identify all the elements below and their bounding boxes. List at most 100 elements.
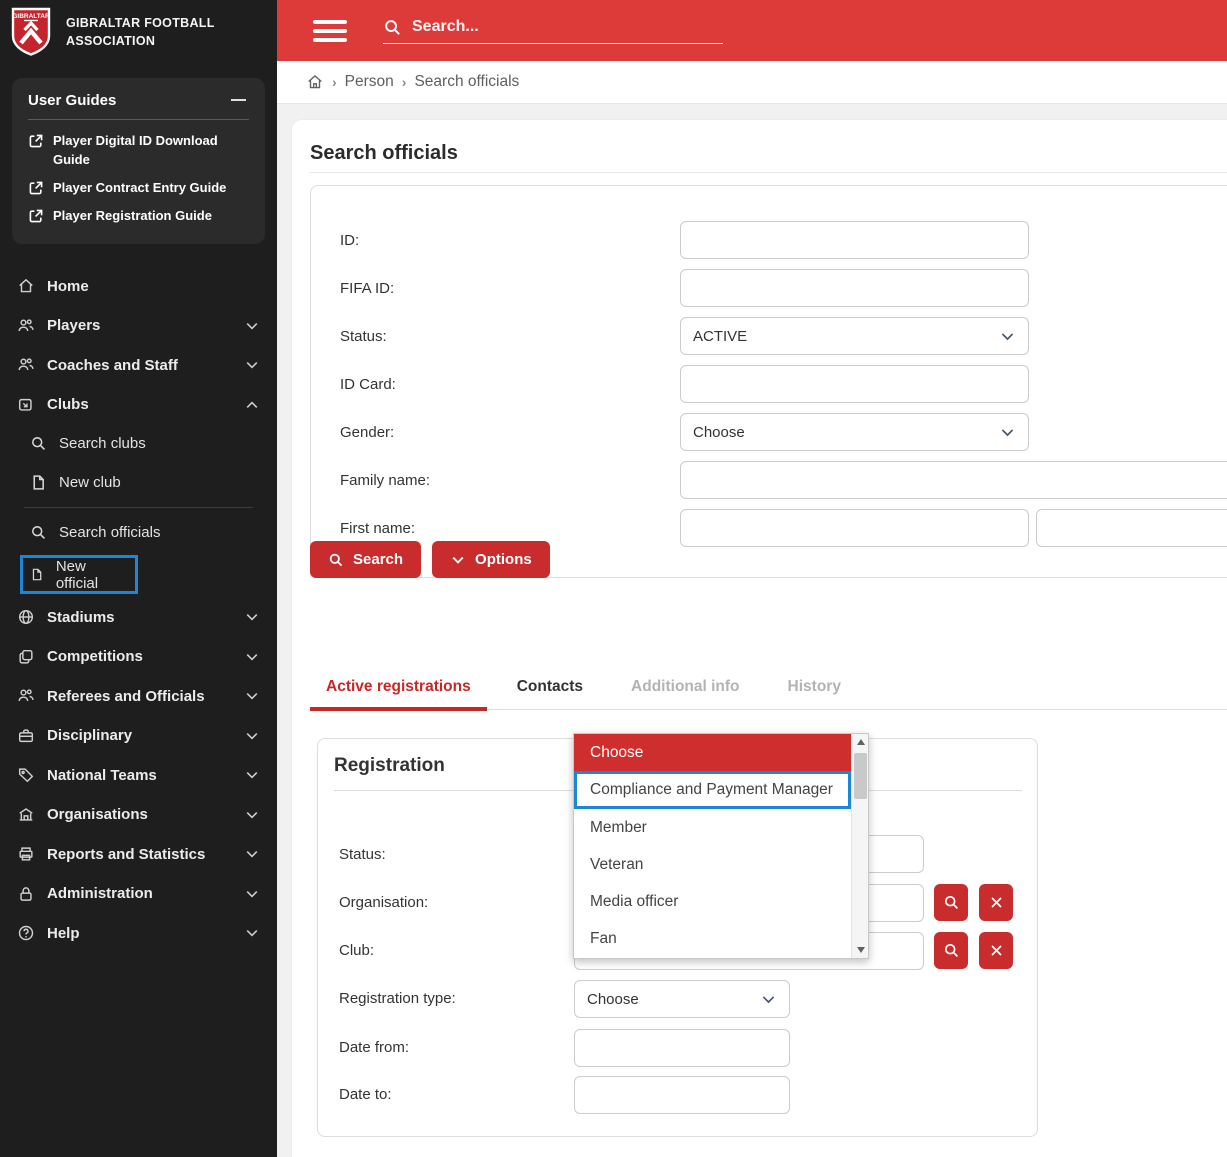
search-button[interactable]: Search xyxy=(310,541,422,578)
gfa-logo-icon: GIBRALTAR xyxy=(11,7,51,56)
option-member[interactable]: Member xyxy=(574,809,851,846)
chevron-down-icon xyxy=(246,811,258,819)
fifa-id-label: FIFA ID: xyxy=(340,279,395,297)
club-search-button[interactable] xyxy=(934,932,968,969)
option-compliance-and-payment-manager[interactable]: Compliance and Payment Manager xyxy=(574,771,852,809)
id-card-label: ID Card: xyxy=(340,375,396,393)
options-button[interactable]: Options xyxy=(432,541,550,578)
fifa-id-input[interactable] xyxy=(681,270,1028,306)
registration-type-label: Registration type: xyxy=(339,990,456,1007)
option-fan[interactable]: Fan xyxy=(574,920,851,957)
file-icon xyxy=(33,475,44,491)
id-input[interactable] xyxy=(681,222,1028,258)
sidebar-item-new-club[interactable]: New club xyxy=(0,463,277,502)
date-to-label: Date to: xyxy=(339,1086,392,1103)
search-icon xyxy=(32,526,45,540)
first-name-field-wrap xyxy=(680,509,1029,547)
registration-type-select[interactable]: Choose xyxy=(574,980,790,1018)
status-label: Status: xyxy=(340,327,387,345)
sidebar-item-search-officials[interactable]: Search officials xyxy=(0,513,277,552)
sidebar-item-home[interactable]: Home xyxy=(0,266,277,306)
date-to-input[interactable] xyxy=(575,1077,789,1113)
sidebar-item-help[interactable]: Help xyxy=(0,913,277,953)
club-clear-button[interactable] xyxy=(979,932,1013,969)
sidebar-item-referees-and-officials[interactable]: Referees and Officials xyxy=(0,676,277,716)
date-from-input[interactable] xyxy=(575,1030,789,1066)
family-name-field-wrap xyxy=(680,461,1227,499)
tab-active-registrations[interactable]: Active registrations xyxy=(310,670,487,711)
sidebar-item-clubs[interactable]: Clubs xyxy=(0,385,277,425)
scroll-up-icon[interactable] xyxy=(852,734,868,750)
user-guides-title: User Guides xyxy=(28,91,117,109)
option-veteran[interactable]: Veteran xyxy=(574,846,851,883)
sidebar-item-national-teams[interactable]: National Teams xyxy=(0,755,277,795)
breadcrumb-separator: › xyxy=(332,74,337,90)
sidebar-item-search-clubs[interactable]: Search clubs xyxy=(0,424,277,463)
search-input[interactable] xyxy=(412,18,692,36)
sidebar-item-players[interactable]: Players xyxy=(0,306,277,346)
coaches-icon xyxy=(18,358,34,371)
option-choose[interactable]: Choose xyxy=(574,734,852,771)
status-select[interactable]: ACTIVE xyxy=(680,317,1029,355)
organisation-clear-button[interactable] xyxy=(979,884,1013,921)
sidebar-item-administration[interactable]: Administration xyxy=(0,874,277,914)
family-name-input[interactable] xyxy=(681,462,1227,498)
chevron-up-icon xyxy=(246,401,258,408)
date-to-field-wrap xyxy=(574,1076,790,1114)
fifa-id-field-wrap xyxy=(680,269,1029,307)
sidebar-item-competitions[interactable]: Competitions xyxy=(0,637,277,677)
organisation-search-button[interactable] xyxy=(934,884,968,921)
id-card-field-wrap xyxy=(680,365,1029,403)
user-guides-card: User Guides Player Digital ID Download G… xyxy=(12,78,265,245)
first-name-input[interactable] xyxy=(681,510,1028,546)
date-from-label: Date from: xyxy=(339,1039,410,1056)
sidebar-item-organisations[interactable]: Organisations xyxy=(0,795,277,835)
sidebar-item-disciplinary[interactable]: Disciplinary xyxy=(0,716,277,756)
breadcrumb: › Person › Search officials xyxy=(277,61,1227,104)
option-media-officer[interactable]: Media officer xyxy=(574,883,851,920)
org-header: GIBRALTAR GIBRALTAR FOOTBALL ASSOCIATION xyxy=(0,0,277,63)
status-dropdown-menu: Choose Compliance and Payment Manager Me… xyxy=(573,733,869,959)
sidebar-item-stadiums[interactable]: Stadiums xyxy=(0,597,277,637)
org-name: GIBRALTAR FOOTBALL ASSOCIATION xyxy=(66,16,215,49)
sidebar-item-coaches-and-staff[interactable]: Coaches and Staff xyxy=(0,345,277,385)
id-label: ID: xyxy=(340,231,360,249)
tab-contacts[interactable]: Contacts xyxy=(501,670,599,709)
sidebar-item-reports-and-statistics[interactable]: Reports and Statistics xyxy=(0,834,277,874)
search-icon xyxy=(32,437,45,451)
guide-link-registration[interactable]: Player Registration Guide xyxy=(28,207,249,226)
search-icon xyxy=(944,895,958,910)
first-name-2-input[interactable] xyxy=(1037,510,1227,546)
chevron-down-icon xyxy=(1001,428,1014,436)
briefcase-icon xyxy=(18,729,34,742)
guide-link-digital-id[interactable]: Player Digital ID Download Guide xyxy=(28,132,249,170)
search-icon xyxy=(944,943,958,958)
status-dropdown-options: Choose Compliance and Payment Manager Me… xyxy=(574,734,852,958)
scroll-down-icon[interactable] xyxy=(852,942,868,958)
dropdown-scrollbar[interactable] xyxy=(851,734,868,958)
chevron-down-icon xyxy=(452,556,464,564)
scrollbar-thumb[interactable] xyxy=(854,753,868,799)
global-search xyxy=(383,18,723,44)
svg-text:GIBRALTAR: GIBRALTAR xyxy=(12,13,50,20)
chevron-down-icon xyxy=(246,614,258,621)
sidebar: GIBRALTAR GIBRALTAR FOOTBALL ASSOCIATION… xyxy=(0,0,277,1157)
breadcrumb-person[interactable]: Person xyxy=(345,73,394,91)
external-link-icon xyxy=(29,134,43,148)
tab-additional-info: Additional info xyxy=(631,678,740,695)
home-icon[interactable] xyxy=(306,73,324,91)
guide-link-contract-entry[interactable]: Player Contract Entry Guide xyxy=(28,179,249,198)
sidebar-item-new-official[interactable]: New official xyxy=(23,558,135,592)
players-icon xyxy=(18,318,34,331)
main-content: Search officials ID: FIFA ID: Status: AC… xyxy=(277,104,1227,1157)
organisation-label: Organisation: xyxy=(339,894,429,911)
top-bar xyxy=(277,0,1227,61)
collapse-icon[interactable] xyxy=(231,91,249,109)
menu-toggle-icon[interactable] xyxy=(313,19,347,42)
gender-select[interactable]: Choose xyxy=(680,413,1029,451)
id-card-input[interactable] xyxy=(681,366,1028,402)
club-label: Club: xyxy=(339,942,375,959)
chevron-down-icon xyxy=(246,772,258,779)
search-form-card: ID: FIFA ID: Status: ACTIVE ID Card: Gen… xyxy=(310,185,1227,578)
chevron-down-icon xyxy=(246,890,258,898)
